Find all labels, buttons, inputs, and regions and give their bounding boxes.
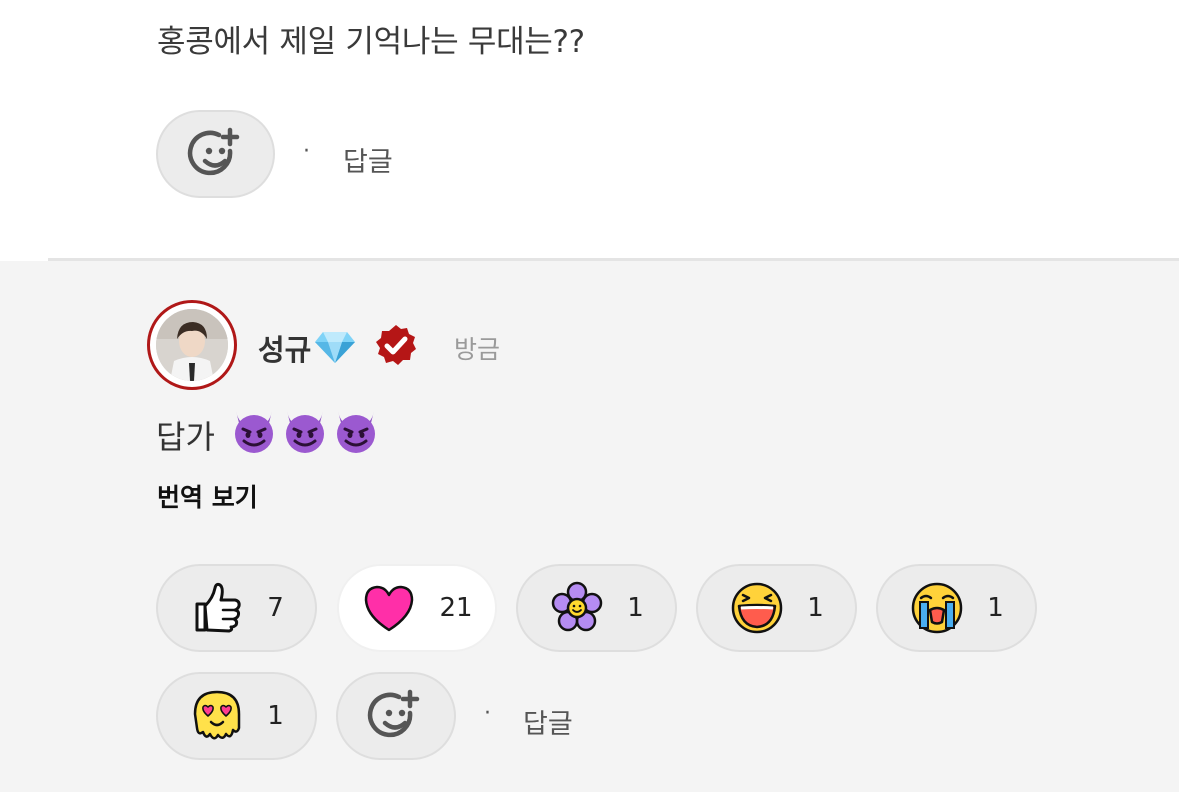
thumbs-up-icon	[195, 582, 241, 633]
reaction-flower[interactable]: 1	[516, 564, 677, 652]
reaction-count: 7	[267, 593, 284, 623]
reaction-count: 1	[627, 593, 644, 623]
diamond-icon	[315, 332, 355, 363]
verified-badge-icon	[376, 325, 416, 365]
smiling-devil-icon	[337, 411, 375, 453]
reaction-count: 21	[439, 593, 473, 623]
reaction-laughing[interactable]: 1	[696, 564, 857, 652]
add-reaction-button[interactable]	[336, 672, 456, 760]
add-reaction-button[interactable]	[156, 110, 275, 198]
timestamp: 방금	[454, 335, 501, 364]
emoji-group	[230, 407, 380, 455]
smiling-devil-icon	[286, 411, 324, 453]
reply-button[interactable]: 답글	[343, 140, 393, 179]
top-comment: 홍콩에서 제일 기억나는 무대는?? · 답글	[0, 0, 1179, 262]
separator-dot: ·	[484, 701, 491, 726]
reaction-count: 1	[987, 593, 1004, 623]
translate-button[interactable]: 번역 보기	[157, 478, 258, 514]
comment-text: 홍콩에서 제일 기억나는 무대는??	[157, 24, 585, 60]
reaction-melting-heart-eyes[interactable]: 1	[156, 672, 317, 760]
add-emoji-icon	[187, 127, 239, 176]
laughing-face-icon	[731, 582, 783, 634]
separator-dot: ·	[303, 139, 310, 164]
reaction-count: 1	[807, 593, 824, 623]
crying-face-icon	[911, 582, 963, 634]
reaction-heart[interactable]: 21	[337, 564, 497, 652]
reaction-count: 1	[267, 701, 284, 731]
avatar[interactable]	[147, 300, 237, 390]
add-emoji-icon	[367, 689, 420, 738]
reaction-crying[interactable]: 1	[876, 564, 1037, 652]
reply-text: 답가	[156, 418, 215, 456]
reply-button[interactable]: 답글	[523, 702, 573, 741]
smiling-devil-icon	[235, 411, 273, 453]
reaction-thumbs-up[interactable]: 7	[156, 564, 317, 652]
melting-heart-eyes-icon	[193, 690, 241, 740]
avatar-photo	[156, 309, 228, 381]
flower-icon	[551, 581, 603, 632]
username[interactable]: 성규	[258, 327, 311, 369]
heart-icon	[365, 585, 414, 632]
